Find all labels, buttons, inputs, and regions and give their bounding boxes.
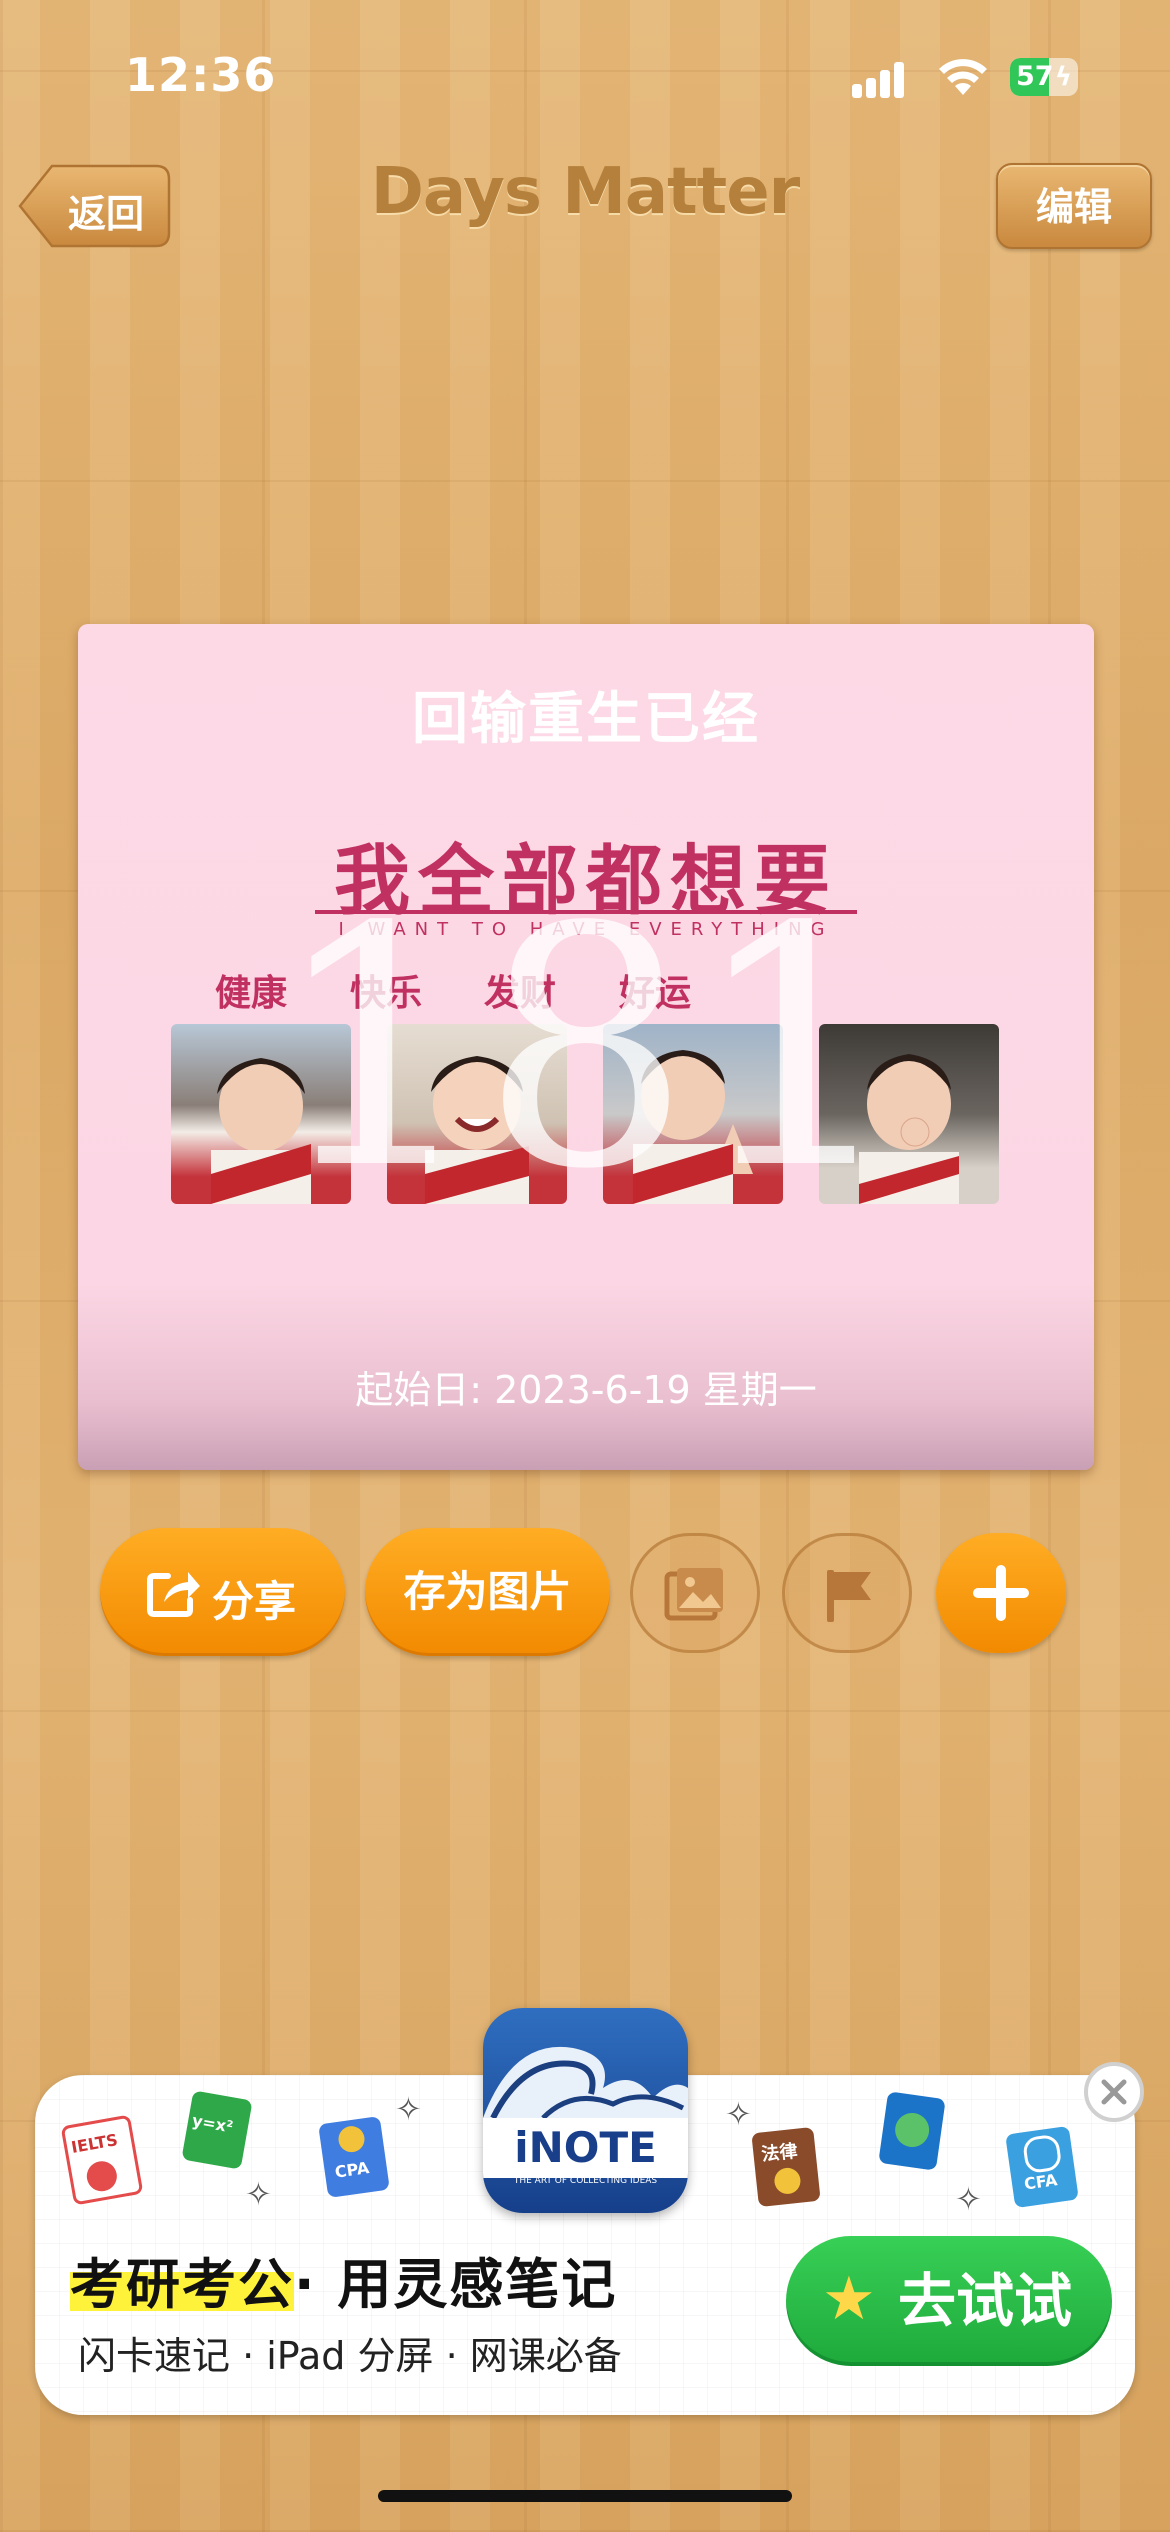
action-toolbar: 分享 存为图片 <box>0 1528 1170 1658</box>
ad-brand-tagline: THE ART OF COLLECTING IDEAS <box>513 2176 658 2186</box>
ad-headline-highlight: 考研考公 <box>70 2253 294 2316</box>
cfa-sticker: CFA <box>1005 2125 1079 2209</box>
sparkle-icon: ✧ <box>395 2090 422 2128</box>
sparkle-icon: ✧ <box>955 2180 982 2218</box>
image-icon <box>664 1568 723 1621</box>
ad-close-button[interactable] <box>1084 2062 1144 2122</box>
share-button[interactable]: 分享 <box>100 1528 345 1656</box>
flag-button[interactable] <box>782 1533 912 1653</box>
cellular-signal-icon <box>852 58 916 98</box>
home-indicator[interactable] <box>378 2490 792 2502</box>
add-button[interactable] <box>936 1533 1066 1653</box>
math-sticker: y=x² <box>181 2090 253 2170</box>
ad-cta-label: 去试试 <box>898 2267 1073 2335</box>
background-image-button[interactable] <box>630 1533 760 1653</box>
share-label: 分享 <box>212 1577 297 1626</box>
ielts-sticker: IELTS <box>60 2114 144 2206</box>
flag-icon <box>827 1570 871 1622</box>
cpa-sticker: CPA <box>318 2116 390 2198</box>
ad-headline: 考研考公· 用灵感笔记 <box>70 2240 617 2319</box>
ad-subline: 闪卡速记 · iPad 分屏 · 网课必备 <box>78 2334 622 2378</box>
status-time: 12:36 <box>125 48 277 102</box>
sparkle-icon: ✧ <box>725 2095 752 2133</box>
day-count: 181 <box>271 857 901 1241</box>
share-icon <box>147 1572 200 1617</box>
battery-icon: 57 ϟ <box>1010 58 1078 96</box>
sparkle-icon: ✧ <box>245 2175 272 2213</box>
save-image-button[interactable]: 存为图片 <box>365 1528 610 1656</box>
status-bar: 12:36 57 ϟ <box>0 0 1170 150</box>
ad-cta-button[interactable]: ★ 去试试 <box>786 2236 1112 2366</box>
day-card: 回输重生已经 我全部都想要 I WANT TO HAVE EVERYTHING … <box>78 624 1094 1470</box>
edit-button[interactable]: 编辑 <box>996 163 1152 249</box>
event-title: 回输重生已经 <box>412 687 760 752</box>
page-title: Days Matter <box>370 155 800 229</box>
ad-brand: iNOTE <box>483 2118 688 2178</box>
battery-percent: 57 <box>1016 61 1054 92</box>
close-icon <box>1101 2079 1127 2105</box>
star-icon: ★ <box>822 2264 876 2334</box>
globe-sticker <box>878 2091 946 2171</box>
ad-headline-rest: · 用灵感笔记 <box>294 2253 618 2316</box>
wifi-icon <box>937 55 989 101</box>
plus-icon <box>973 1565 1029 1621</box>
start-date: 起始日: 2023-6-19 星期一 <box>355 1368 817 1412</box>
inote-logo-icon: iNOTE THE ART OF COLLECTING IDEAS <box>483 2008 688 2213</box>
law-sticker: 法律 <box>751 2126 821 2208</box>
